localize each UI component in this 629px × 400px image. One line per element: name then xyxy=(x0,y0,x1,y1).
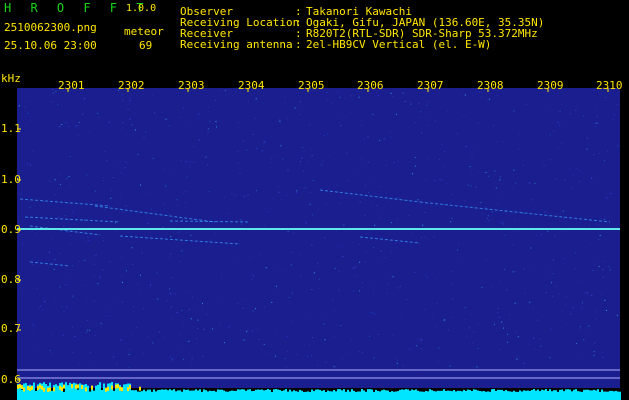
freq-tick-label: 0.9 xyxy=(1,223,21,236)
spectrogram xyxy=(0,0,629,400)
freq-tick-label: 0.6 xyxy=(1,373,21,386)
meteor-label: meteor xyxy=(124,25,164,38)
freq-tick-label: 1.1 xyxy=(1,122,21,135)
spectrogram-area xyxy=(17,88,620,388)
time-tick-label: 2305 xyxy=(298,79,325,92)
time-tick-label: 2304 xyxy=(238,79,265,92)
freq-tick-label: 0.8 xyxy=(1,273,21,286)
time-tick-label: 2302 xyxy=(118,79,145,92)
time-tick-label: 2309 xyxy=(537,79,564,92)
freq-tick-label: 0.7 xyxy=(1,322,21,335)
meteor-count: 69 xyxy=(139,39,153,52)
time-tick-label: 2303 xyxy=(178,79,205,92)
freq-tick-label: 1.0 xyxy=(1,173,21,186)
app-version: 1.0.0 xyxy=(126,3,157,14)
time-tick-label: 2301 xyxy=(58,79,85,92)
antenna-value: 2el-HB9CV Vertical (el. E-W) xyxy=(306,38,492,51)
time-tick-label: 2306 xyxy=(357,79,384,92)
antenna-colon: : xyxy=(295,38,302,51)
axis-unit-label: kHz xyxy=(1,72,21,85)
antenna-key: Receiving antenna xyxy=(180,38,293,51)
file-name: 2510062300.png xyxy=(4,21,97,34)
date-time: 25.10.06 23:00 xyxy=(4,39,97,52)
time-tick-label: 2310 xyxy=(596,79,623,92)
time-tick-label: 2308 xyxy=(477,79,504,92)
time-tick-label: 2307 xyxy=(417,79,444,92)
